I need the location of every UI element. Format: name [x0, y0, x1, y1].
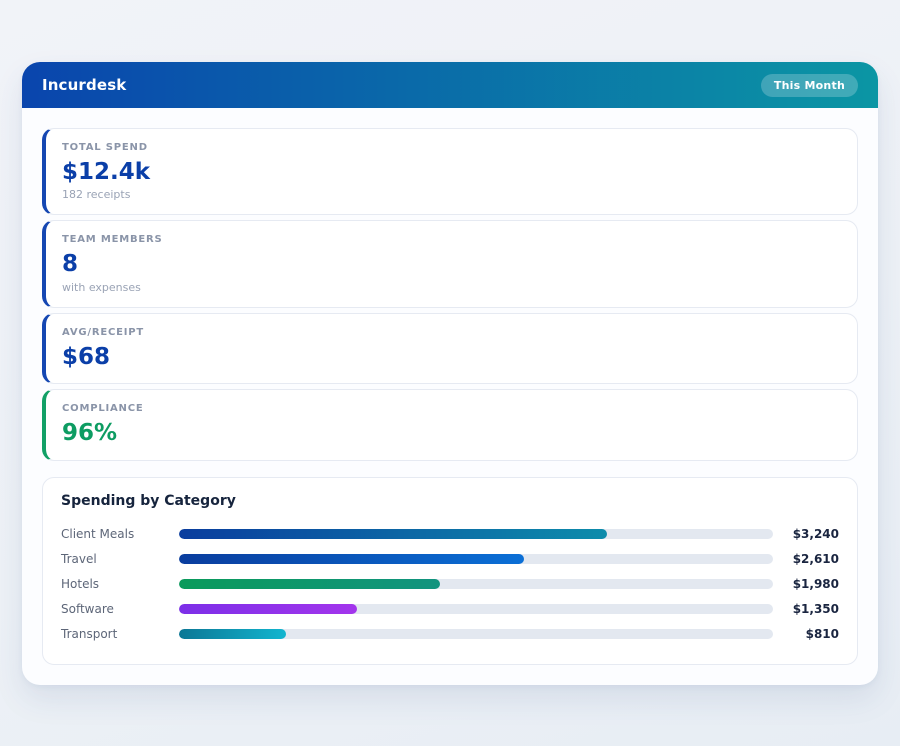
- bar-label: Hotels: [61, 577, 100, 592]
- dashboard-content: TOTAL SPEND $12.4k 182 receipts TEAM MEM…: [22, 108, 878, 685]
- chart-title: Spending by Category: [61, 492, 236, 509]
- stat-label: TOTAL SPEND: [62, 142, 148, 153]
- stat-value: $68: [62, 343, 111, 370]
- bar-row-hotels: Hotels $1,980: [61, 572, 839, 597]
- stat-subtext: 182 receipts: [62, 188, 131, 202]
- bar-track: [179, 554, 773, 565]
- stat-value: $12.4k: [62, 159, 151, 185]
- stat-card-avg-receipt: AVG/RECEIPT $68: [42, 312, 858, 385]
- bar-value: $810: [805, 627, 839, 642]
- stat-card-compliance: COMPLIANCE 96%: [42, 389, 858, 461]
- period-badge[interactable]: This Month: [760, 73, 858, 97]
- bar-fill: [179, 629, 286, 640]
- bar-fill: [179, 604, 358, 615]
- bar-label: Transport: [61, 627, 118, 642]
- stat-label: TEAM MEMBERS: [62, 234, 163, 246]
- bar-value: $1,350: [792, 602, 839, 617]
- bar-label: Software: [61, 602, 114, 617]
- app-title: Incurdesk: [42, 76, 127, 94]
- bar-row-transport: Transport $810: [61, 622, 839, 647]
- bar-row-travel: Travel $2,610: [61, 547, 839, 572]
- app-header: Incurdesk This Month: [22, 62, 878, 108]
- bar-value: $1,980: [792, 577, 839, 592]
- stat-value: 8: [62, 251, 79, 278]
- stat-card-total-spend: TOTAL SPEND $12.4k 182 receipts: [42, 128, 858, 216]
- stat-value: 96%: [62, 420, 118, 447]
- bar-label: Client Meals: [61, 527, 135, 542]
- bar-fill: [179, 554, 524, 565]
- bar-value: $3,240: [792, 527, 839, 542]
- stat-label: AVG/RECEIPT: [62, 326, 145, 338]
- bar-row-client-meals: Client Meals $3,240: [61, 522, 839, 547]
- bar-track: [179, 579, 773, 590]
- stat-subtext: with expenses: [62, 280, 141, 294]
- bar-value: $2,610: [792, 552, 839, 567]
- bar-label: Travel: [61, 552, 97, 567]
- bar-track: [179, 604, 773, 615]
- bar-track: [179, 529, 773, 540]
- stat-card-team-members: TEAM MEMBERS 8 with expenses: [42, 220, 858, 308]
- bar-track: [179, 629, 773, 640]
- dashboard-panel: Incurdesk This Month TOTAL SPEND $12.4k …: [22, 62, 878, 685]
- bar-fill: [179, 529, 607, 540]
- stat-label: COMPLIANCE: [62, 403, 144, 415]
- bar-fill: [179, 579, 441, 590]
- spending-by-category-card: Spending by Category Client Meals $3,240…: [42, 476, 858, 665]
- bar-row-software: Software $1,350: [61, 597, 839, 622]
